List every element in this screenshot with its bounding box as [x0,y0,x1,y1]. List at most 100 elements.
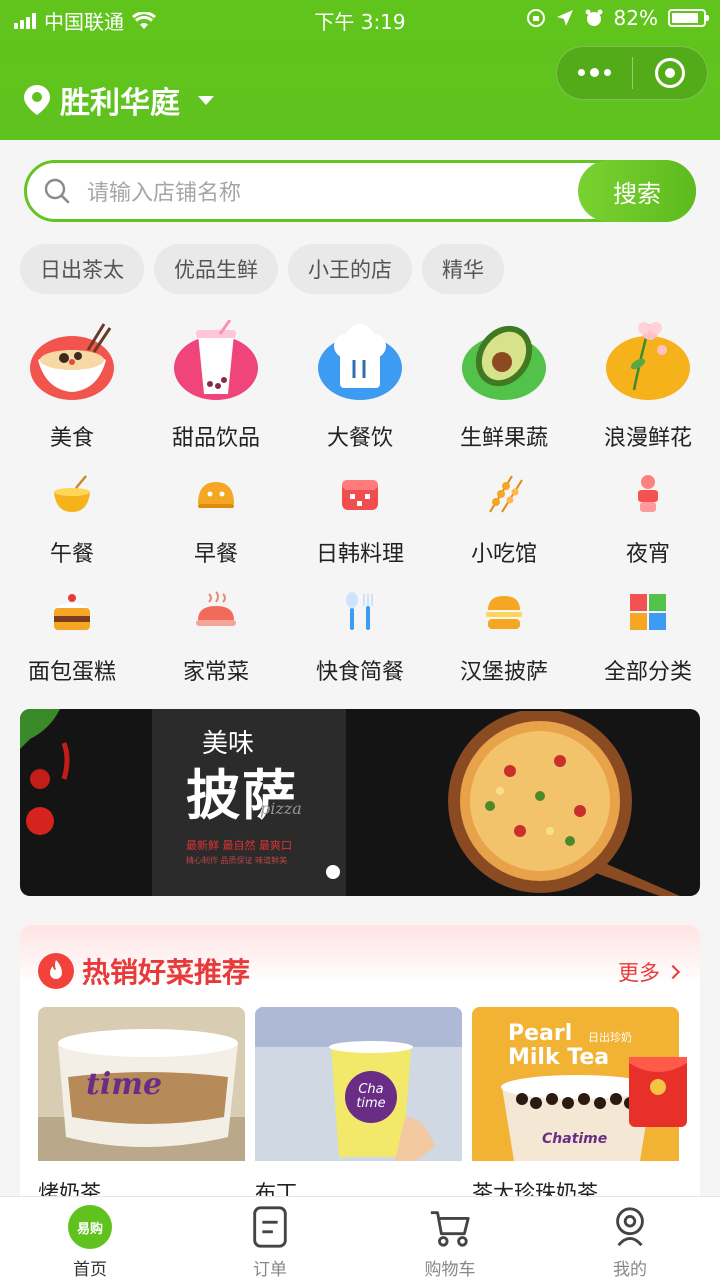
main-categories: 美食 甜品饮品 大餐饮 生鲜果蔬 浪漫鲜花 [0,320,720,452]
categories-row-3: 面包蛋糕 家常菜 快食简餐 汉堡披萨 全部分类 [0,590,720,686]
product-card[interactable]: Pearl 日出珍奶 Milk Tea Chatime 茶太珍珠奶茶 [472,1007,687,1207]
search-tag[interactable]: 优品生鲜 [154,244,278,294]
category-breakfast[interactable]: 早餐 [144,472,288,568]
location-name: 胜利华庭 [60,86,180,121]
tab-label: 购物车 [424,1260,476,1280]
more-link[interactable]: 更多 [618,957,681,987]
promo-text-1: Pearl [508,1021,573,1046]
category-food[interactable]: 美食 [0,320,144,452]
category-all[interactable]: 全部分类 [576,590,720,686]
tab-home[interactable]: 易购 首页 [0,1197,180,1280]
banner-line-3: pizza [260,799,302,818]
category-flowers[interactable]: 浪漫鲜花 [576,320,720,452]
category-dessert-drinks[interactable]: 甜品饮品 [144,320,288,452]
sushi-icon [342,480,378,510]
tab-label: 首页 [73,1260,107,1280]
category-label: 午餐 [49,542,94,567]
search-bar: 请输入店铺名称 搜索 [24,160,696,222]
cake-icon [54,594,90,630]
product-image: Cha time [255,1007,462,1161]
tab-label: 我的 [613,1260,647,1280]
avocado-icon [462,325,546,400]
more-options-icon[interactable] [557,68,632,77]
category-big-dining[interactable]: 大餐饮 [288,320,432,452]
category-home-cooking[interactable]: 家常菜 [144,590,288,686]
category-lunch[interactable]: 午餐 [0,472,144,568]
noodle-bowl-icon [30,323,114,400]
banner-line-2: 披萨 [186,763,298,827]
hot-search-tags: 日出茶太 优品生鲜 小王的店 精华 [20,244,504,294]
user-profile-icon [616,1207,644,1247]
tab-label: 订单 [253,1260,287,1280]
product-card[interactable]: time 烤奶茶 [38,1007,245,1207]
battery-icon [668,9,709,27]
search-tag[interactable]: 精华 [422,244,504,294]
chevron-right-icon [665,964,681,980]
category-label: 浪漫鲜花 [603,426,692,451]
category-fresh-produce[interactable]: 生鲜果蔬 [432,320,576,452]
category-fast-food[interactable]: 快食简餐 [288,590,432,686]
location-pin-icon [24,85,50,115]
promo-text-3: Milk Tea [508,1045,610,1070]
banner-line-5: 精心制作 品质保证 味道鲜美 [186,856,288,865]
carousel-indicator[interactable] [326,865,340,879]
category-label: 美食 [49,426,94,451]
skewer-icon [489,475,523,513]
category-label: 快食简餐 [315,660,404,685]
search-tag[interactable]: 小王的店 [288,244,412,294]
battery-percent: 82% [613,6,658,30]
banner-line-4: 最新鲜 最自然 最爽口 [186,839,292,852]
category-bakery[interactable]: 面包蛋糕 [0,590,144,686]
category-label: 夜宵 [625,542,670,567]
cutlery-icon [346,592,373,630]
caret-down-icon [198,95,214,105]
category-label: 大餐饮 [326,426,393,451]
location-arrow-icon [556,10,573,26]
search-tag[interactable]: 日出茶太 [20,244,144,294]
close-target-icon[interactable] [633,58,708,88]
lantern-icon [638,475,658,512]
lunch-bowl-icon [54,475,90,512]
mini-program-capsule [556,46,708,100]
category-label: 汉堡披萨 [459,660,548,685]
chef-hat-icon [318,324,402,400]
pizza-image [448,711,680,896]
tab-orders[interactable]: 订单 [180,1197,360,1280]
flower-icon [606,322,690,400]
tab-cart[interactable]: 购物车 [360,1197,540,1280]
header-bar: 中国联通 下午 3:19 82% 胜利华庭 [0,0,720,140]
home-badge: 易购 [68,1205,112,1249]
product-image: time [38,1007,245,1161]
brand-label: Chatime [542,1131,608,1147]
product-card[interactable]: Cha time 布丁 [255,1007,462,1207]
category-late-night[interactable]: 夜宵 [576,472,720,568]
search-icon [44,178,70,204]
location-selector[interactable]: 胜利华庭 [24,78,214,122]
category-snacks[interactable]: 小吃馆 [432,472,576,568]
category-label: 面包蛋糕 [27,660,116,685]
category-label: 家常菜 [182,660,249,685]
shopping-cart-icon [430,1211,470,1247]
home-icon: 易购 [67,1205,113,1249]
brand-label: Cha time [356,1082,386,1111]
status-bar: 中国联通 下午 3:19 82% [0,0,720,36]
section-header: 热销好菜推荐 [38,951,250,991]
category-jp-kr[interactable]: 日韩料理 [288,472,432,568]
bun-icon [198,482,234,508]
order-list-icon [253,1206,287,1248]
search-button[interactable]: 搜索 [578,160,696,222]
category-label: 早餐 [193,542,238,567]
brand-label: time [86,1067,163,1102]
bubble-tea-icon [174,320,258,400]
fire-icon [38,953,74,989]
more-label: 更多 [618,961,660,985]
category-label: 生鲜果蔬 [459,426,548,451]
promo-banner[interactable]: 美味 披萨 pizza 最新鲜 最自然 最爽口 精心制作 品质保证 味道鲜美 [20,709,700,896]
tab-profile[interactable]: 我的 [540,1197,720,1280]
product-cards: time 烤奶茶 Cha time 布丁 Pearl 日出珍奶 Milk Tea… [38,1007,687,1207]
categories-row-2: 午餐 早餐 日韩料理 小吃馆 夜宵 [0,472,720,568]
red-envelope-icon[interactable] [629,1057,687,1127]
search-input[interactable]: 请输入店铺名称 [87,175,578,207]
category-burger-pizza[interactable]: 汉堡披萨 [432,590,576,686]
grid-icon [630,594,666,630]
